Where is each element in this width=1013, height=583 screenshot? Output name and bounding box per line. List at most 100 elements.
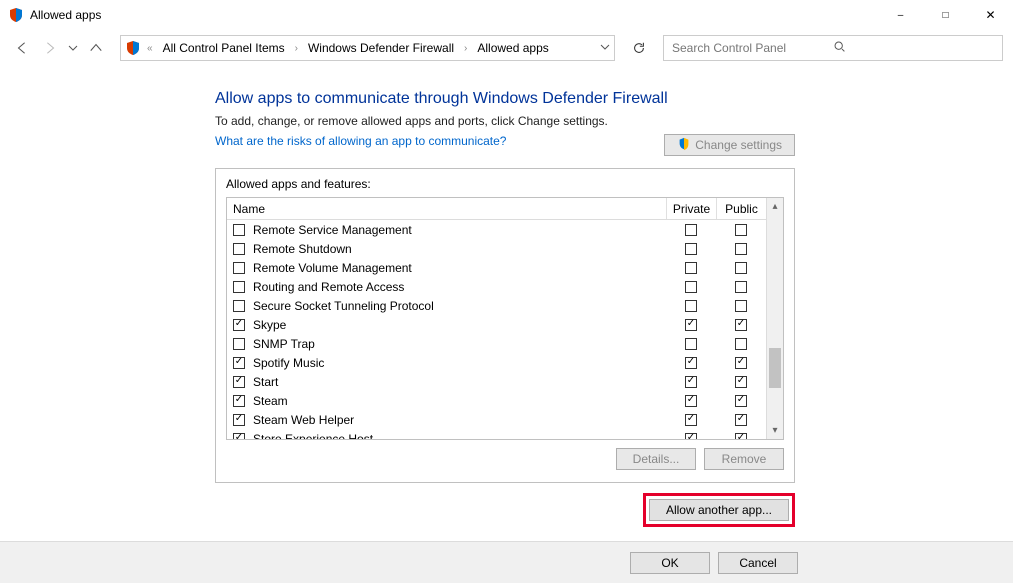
firewall-app-icon — [8, 7, 24, 23]
table-row[interactable]: Skype — [227, 315, 766, 334]
chevron-left-icon: « — [147, 43, 153, 54]
table-row[interactable]: Start — [227, 372, 766, 391]
enable-checkbox[interactable] — [233, 414, 245, 426]
public-checkbox[interactable] — [735, 338, 747, 350]
allow-another-app-button[interactable]: Allow another app... — [649, 499, 789, 521]
app-name: Skype — [251, 318, 666, 332]
table-row[interactable]: Remote Service Management — [227, 220, 766, 239]
table-row[interactable]: Store Experience Host — [227, 429, 766, 439]
breadcrumb-dropdown[interactable] — [600, 41, 610, 55]
private-checkbox[interactable] — [685, 414, 697, 426]
private-checkbox[interactable] — [685, 300, 697, 312]
table-row[interactable]: Spotify Music — [227, 353, 766, 372]
enable-checkbox[interactable] — [233, 433, 245, 440]
chevron-right-icon: › — [295, 43, 298, 54]
enable-checkbox[interactable] — [233, 300, 245, 312]
apps-table: Name Private Public Remote Service Manag… — [226, 197, 784, 440]
public-checkbox[interactable] — [735, 376, 747, 388]
private-checkbox[interactable] — [685, 433, 697, 440]
app-name: Steam Web Helper — [251, 413, 666, 427]
remove-button[interactable]: Remove — [704, 448, 784, 470]
enable-checkbox[interactable] — [233, 224, 245, 236]
public-checkbox[interactable] — [735, 433, 747, 440]
app-name: Remote Volume Management — [251, 261, 666, 275]
public-checkbox[interactable] — [735, 281, 747, 293]
app-name: Steam — [251, 394, 666, 408]
private-checkbox[interactable] — [685, 243, 697, 255]
app-name: Secure Socket Tunneling Protocol — [251, 299, 666, 313]
table-row[interactable]: Remote Volume Management — [227, 258, 766, 277]
breadcrumb[interactable]: « All Control Panel Items › Windows Defe… — [120, 35, 615, 61]
enable-checkbox[interactable] — [233, 395, 245, 407]
search-input[interactable]: Search Control Panel — [663, 35, 1003, 61]
enable-checkbox[interactable] — [233, 357, 245, 369]
search-placeholder: Search Control Panel — [672, 41, 833, 55]
public-checkbox[interactable] — [735, 243, 747, 255]
footer: OK Cancel — [0, 541, 1013, 583]
panel-title: Allowed apps and features: — [226, 177, 784, 191]
table-header: Name Private Public — [227, 198, 766, 220]
crumb-all-items[interactable]: All Control Panel Items — [159, 41, 289, 55]
col-name[interactable]: Name — [233, 202, 666, 216]
forward-button[interactable] — [38, 36, 62, 60]
enable-checkbox[interactable] — [233, 262, 245, 274]
private-checkbox[interactable] — [685, 224, 697, 236]
table-row[interactable]: SNMP Trap — [227, 334, 766, 353]
search-icon — [833, 40, 994, 56]
col-private[interactable]: Private — [666, 198, 716, 219]
firewall-crumb-icon — [125, 40, 141, 56]
enable-checkbox[interactable] — [233, 319, 245, 331]
private-checkbox[interactable] — [685, 338, 697, 350]
public-checkbox[interactable] — [735, 357, 747, 369]
col-public[interactable]: Public — [716, 198, 766, 219]
private-checkbox[interactable] — [685, 319, 697, 331]
table-row[interactable]: Remote Shutdown — [227, 239, 766, 258]
enable-checkbox[interactable] — [233, 338, 245, 350]
table-row[interactable]: Secure Socket Tunneling Protocol — [227, 296, 766, 315]
back-button[interactable] — [10, 36, 34, 60]
scroll-thumb[interactable] — [769, 348, 781, 388]
ok-button[interactable]: OK — [630, 552, 710, 574]
private-checkbox[interactable] — [685, 395, 697, 407]
scroll-down-icon[interactable]: ▾ — [767, 422, 783, 439]
close-button[interactable]: ✕ — [968, 0, 1013, 30]
change-settings-button[interactable]: Change settings — [664, 134, 795, 156]
maximize-button[interactable]: □ — [923, 0, 968, 30]
enable-checkbox[interactable] — [233, 376, 245, 388]
up-button[interactable] — [84, 36, 108, 60]
app-name: Remote Service Management — [251, 223, 666, 237]
public-checkbox[interactable] — [735, 319, 747, 331]
app-name: Routing and Remote Access — [251, 280, 666, 294]
crumb-allowed-apps[interactable]: Allowed apps — [473, 41, 552, 55]
private-checkbox[interactable] — [685, 281, 697, 293]
navbar: « All Control Panel Items › Windows Defe… — [0, 30, 1013, 66]
history-dropdown[interactable] — [66, 43, 80, 53]
private-checkbox[interactable] — [685, 262, 697, 274]
private-checkbox[interactable] — [685, 357, 697, 369]
page-subhead: To add, change, or remove allowed apps a… — [215, 114, 1013, 128]
page-heading: Allow apps to communicate through Window… — [215, 90, 1013, 108]
public-checkbox[interactable] — [735, 395, 747, 407]
crumb-firewall[interactable]: Windows Defender Firewall — [304, 41, 458, 55]
enable-checkbox[interactable] — [233, 281, 245, 293]
public-checkbox[interactable] — [735, 300, 747, 312]
scrollbar[interactable]: ▴ ▾ — [766, 198, 783, 439]
table-row[interactable]: Steam Web Helper — [227, 410, 766, 429]
public-checkbox[interactable] — [735, 414, 747, 426]
table-row[interactable]: Steam — [227, 391, 766, 410]
cancel-button[interactable]: Cancel — [718, 552, 798, 574]
minimize-button[interactable]: ‒ — [878, 0, 923, 30]
enable-checkbox[interactable] — [233, 243, 245, 255]
public-checkbox[interactable] — [735, 262, 747, 274]
public-checkbox[interactable] — [735, 224, 747, 236]
shield-icon — [677, 137, 691, 154]
details-button[interactable]: Details... — [616, 448, 696, 470]
allow-another-highlight: Allow another app... — [643, 493, 795, 527]
app-name: Spotify Music — [251, 356, 666, 370]
titlebar: Allowed apps ‒ □ ✕ — [0, 0, 1013, 30]
scroll-up-icon[interactable]: ▴ — [767, 198, 783, 215]
refresh-button[interactable] — [627, 41, 651, 55]
risk-link[interactable]: What are the risks of allowing an app to… — [215, 134, 506, 148]
private-checkbox[interactable] — [685, 376, 697, 388]
table-row[interactable]: Routing and Remote Access — [227, 277, 766, 296]
